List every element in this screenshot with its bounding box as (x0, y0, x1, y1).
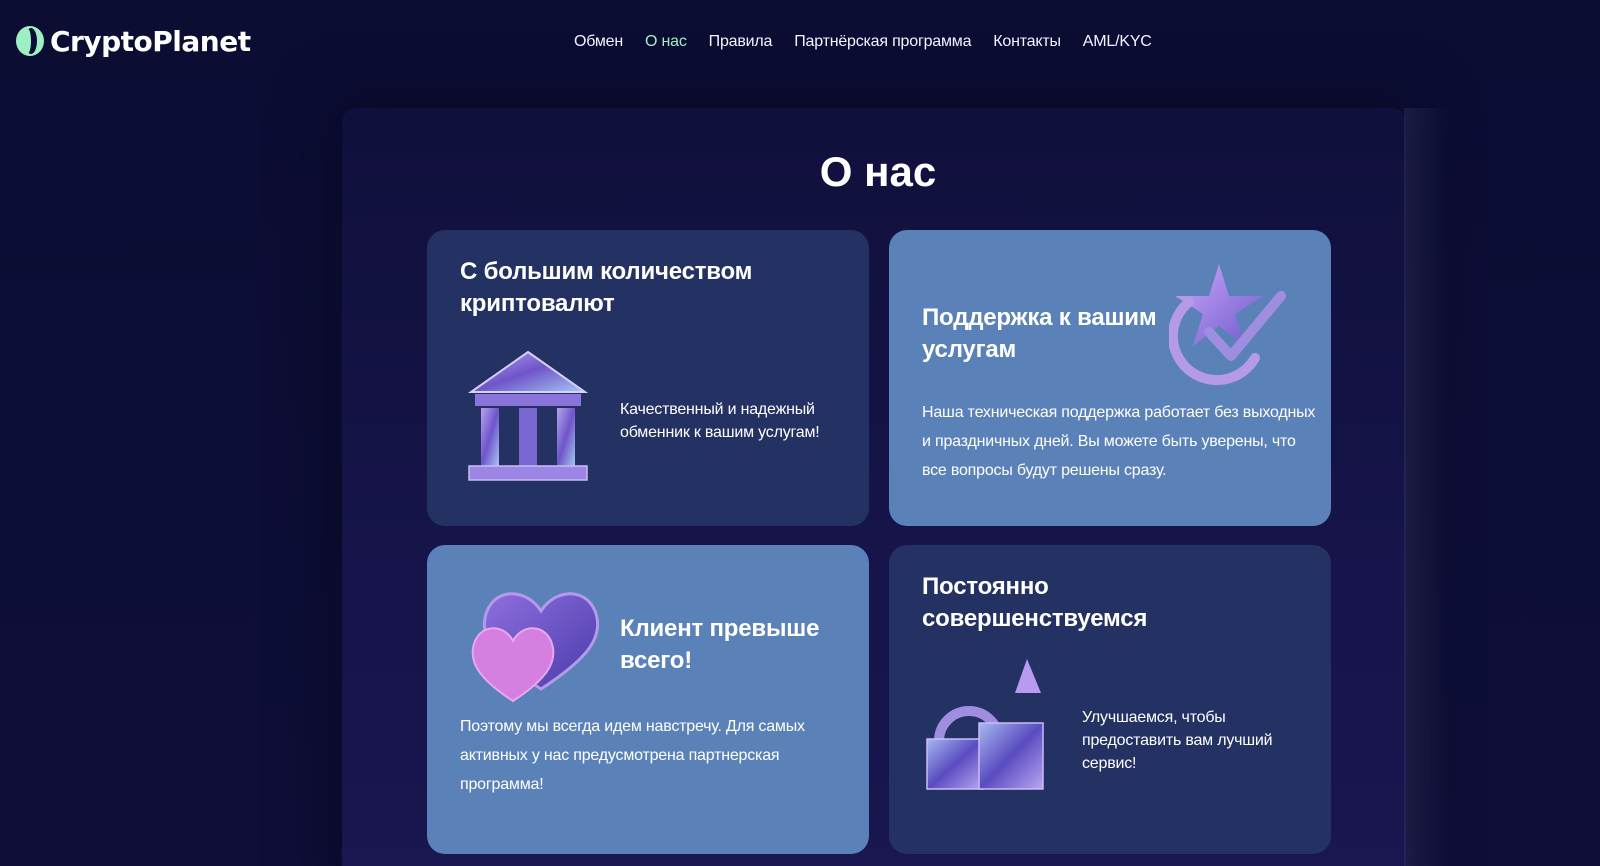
feature-card-client-first: Клиент превыше всего! Поэтому мы всегда … (427, 545, 869, 854)
nav-item-partner-program[interactable]: Партнёрская программа (794, 33, 971, 51)
nav-item-contacts[interactable]: Контакты (993, 33, 1061, 51)
feature-card-cryptocurrencies: С большим количеством криптовалют Качест… (427, 230, 869, 526)
card-text: Наша техническая поддержка работает без … (922, 404, 1316, 479)
brand-name: CryptoPlanet (50, 24, 251, 58)
card-text: Качественный и надежный обменник к вашим… (620, 401, 820, 441)
nav-item-about[interactable]: О нас (645, 33, 687, 51)
star-check-icon (1169, 264, 1286, 386)
site-header: CryptoPlanet Обмен О нас Правила Партнёр… (0, 0, 1600, 84)
card-title: С большим количеством криптовалют (460, 258, 753, 317)
feature-card-support: Поддержка к вашим услугам Наша техническ… (889, 230, 1331, 526)
card-text: Улучшаемся, чтобы предоставить вам лучши… (1082, 709, 1273, 772)
page-title: О нас (819, 148, 937, 195)
card-title: Постоянно совершенствуемся (922, 573, 1148, 632)
logo[interactable]: CryptoPlanet (14, 22, 251, 60)
planet-logo-icon (16, 26, 44, 56)
nav-item-exchange[interactable]: Обмен (574, 33, 623, 51)
shapes-icon (926, 659, 1044, 790)
nav-item-rules[interactable]: Правила (709, 33, 773, 51)
panel-edge-shadow (1404, 108, 1450, 866)
bank-building-icon (467, 350, 589, 481)
card-title: Поддержка к вашим услугам (922, 304, 1157, 363)
nav-item-aml-kyc[interactable]: AML/KYC (1083, 33, 1152, 51)
feature-card-improvement: Постоянно совершенствуемся Улучшаемся, ч… (889, 545, 1331, 854)
card-text: Поэтому мы всегда идем навстречу. Для са… (460, 718, 805, 793)
main-nav: Обмен О нас Правила Партнёрская программ… (574, 30, 1152, 54)
card-title: Клиент превыше всего! (620, 615, 820, 674)
hearts-icon (471, 592, 600, 703)
